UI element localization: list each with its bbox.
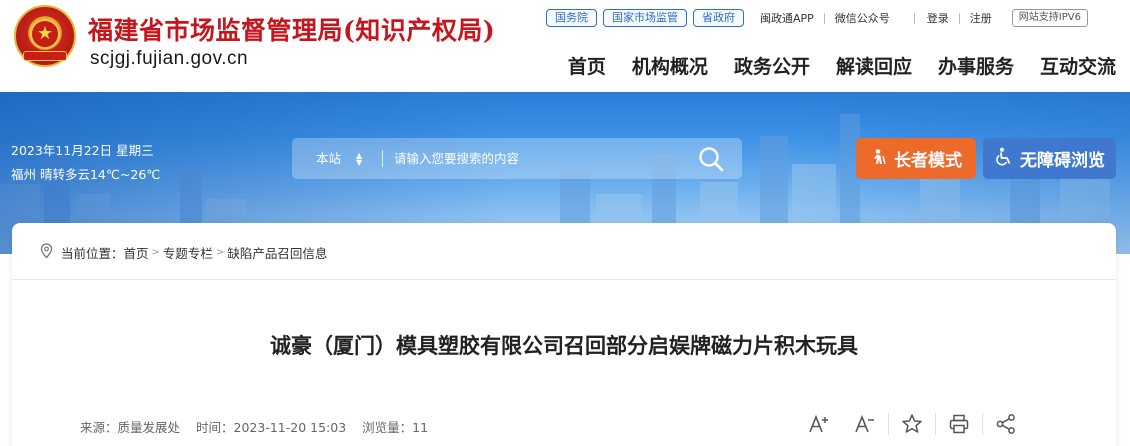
elder-mode-button[interactable]: 长者模式 (856, 138, 976, 179)
nav-interaction[interactable]: 互动交流 (1040, 52, 1116, 79)
wheelchair-icon (994, 147, 1014, 171)
location-pin-icon (40, 243, 53, 262)
share-icon[interactable] (994, 412, 1018, 436)
breadcrumb-home[interactable]: 首页 (124, 243, 149, 262)
star-icon[interactable] (900, 412, 924, 436)
nav-services[interactable]: 办事服务 (938, 52, 1014, 79)
search-icon[interactable] (696, 144, 726, 174)
article-source: 来源：质量发展处 (80, 420, 181, 435)
divider (888, 413, 889, 435)
weather-text: 福州 晴转多云14℃~26℃ (11, 167, 161, 182)
search-input[interactable] (388, 144, 678, 173)
print-icon[interactable] (947, 412, 971, 436)
link-mzt-app[interactable]: 闽政通APP (750, 10, 824, 26)
link-province-gov[interactable]: 省政府 (693, 9, 744, 27)
divider (12, 279, 1116, 280)
breadcrumb-recall-info[interactable]: 缺陷产品召回信息 (227, 243, 327, 262)
breadcrumb-label: 当前位置： (61, 246, 124, 261)
article-meta: 来源：质量发展处 时间：2023-11-20 15:03 浏览量：11 (80, 417, 444, 436)
accessible-mode-label: 无障碍浏览 (1020, 151, 1105, 171)
nav-gov-affairs[interactable]: 政务公开 (734, 52, 810, 79)
search-scope-select[interactable]: 本站 (316, 138, 341, 179)
link-wechat[interactable]: 微信公众号 (825, 10, 900, 26)
divider (982, 413, 983, 435)
article-title: 诚豪（厦门）模具塑胶有限公司召回部分启娱牌磁力片积木玩具 (270, 334, 858, 358)
chevron-right-icon: > (151, 247, 160, 258)
login-link[interactable]: 登录 (915, 10, 959, 26)
search-box: 本站 ▲ ▼ (292, 138, 742, 179)
article-time: 时间：2023-11-20 15:03 (196, 420, 347, 435)
nav-organization[interactable]: 机构概况 (632, 52, 708, 79)
nav-home[interactable]: 首页 (568, 52, 606, 79)
site-domain: scjgj.fujian.gov.cn (90, 48, 249, 69)
elder-person-icon (870, 148, 888, 170)
nav-interpretation[interactable]: 解读回应 (836, 52, 912, 79)
font-decrease-icon[interactable] (853, 412, 877, 436)
ipv6-badge: 网站支持IPV6 (1011, 9, 1088, 27)
site-header: ★ 福建省市场监督管理局(知识产权局) scjgj.fujian.gov.cn … (0, 0, 1130, 92)
article-views: 浏览量：11 (362, 420, 429, 435)
divider (935, 413, 936, 435)
breadcrumb: 当前位置： 首页 > 专题专栏 > 缺陷产品召回信息 (40, 243, 327, 262)
date-text: 2023年11月22日 星期三 (11, 143, 154, 158)
main-nav: 首页 机构概况 政务公开 解读回应 办事服务 互动交流 (542, 52, 1116, 79)
breadcrumb-special-topics[interactable]: 专题专栏 (163, 243, 213, 262)
chevron-right-icon: > (215, 247, 225, 258)
accessible-mode-button[interactable]: 无障碍浏览 (983, 138, 1116, 179)
divider (382, 150, 383, 167)
link-samr[interactable]: 国家市场监管 (603, 9, 687, 27)
content-card: 当前位置： 首页 > 专题专栏 > 缺陷产品召回信息 诚豪（厦门）模具塑胶有限公… (12, 223, 1116, 446)
elder-mode-label: 长者模式 (894, 151, 962, 171)
register-link[interactable]: 注册 (960, 10, 1002, 26)
link-state-council[interactable]: 国务院 (546, 9, 597, 27)
article-tools (807, 411, 1018, 437)
national-emblem-logo: ★ (14, 5, 76, 67)
font-increase-icon[interactable] (807, 412, 831, 436)
sort-arrows-icon[interactable]: ▲ ▼ (356, 152, 364, 167)
site-title: 福建省市场监督管理局(知识产权局) (88, 16, 496, 45)
page: ★ 福建省市场监督管理局(知识产权局) scjgj.fujian.gov.cn … (0, 0, 1130, 446)
top-links: 国务院 国家市场监管 省政府 闽政通APP 微信公众号 登录 注册 网站支持IP… (546, 8, 1088, 28)
